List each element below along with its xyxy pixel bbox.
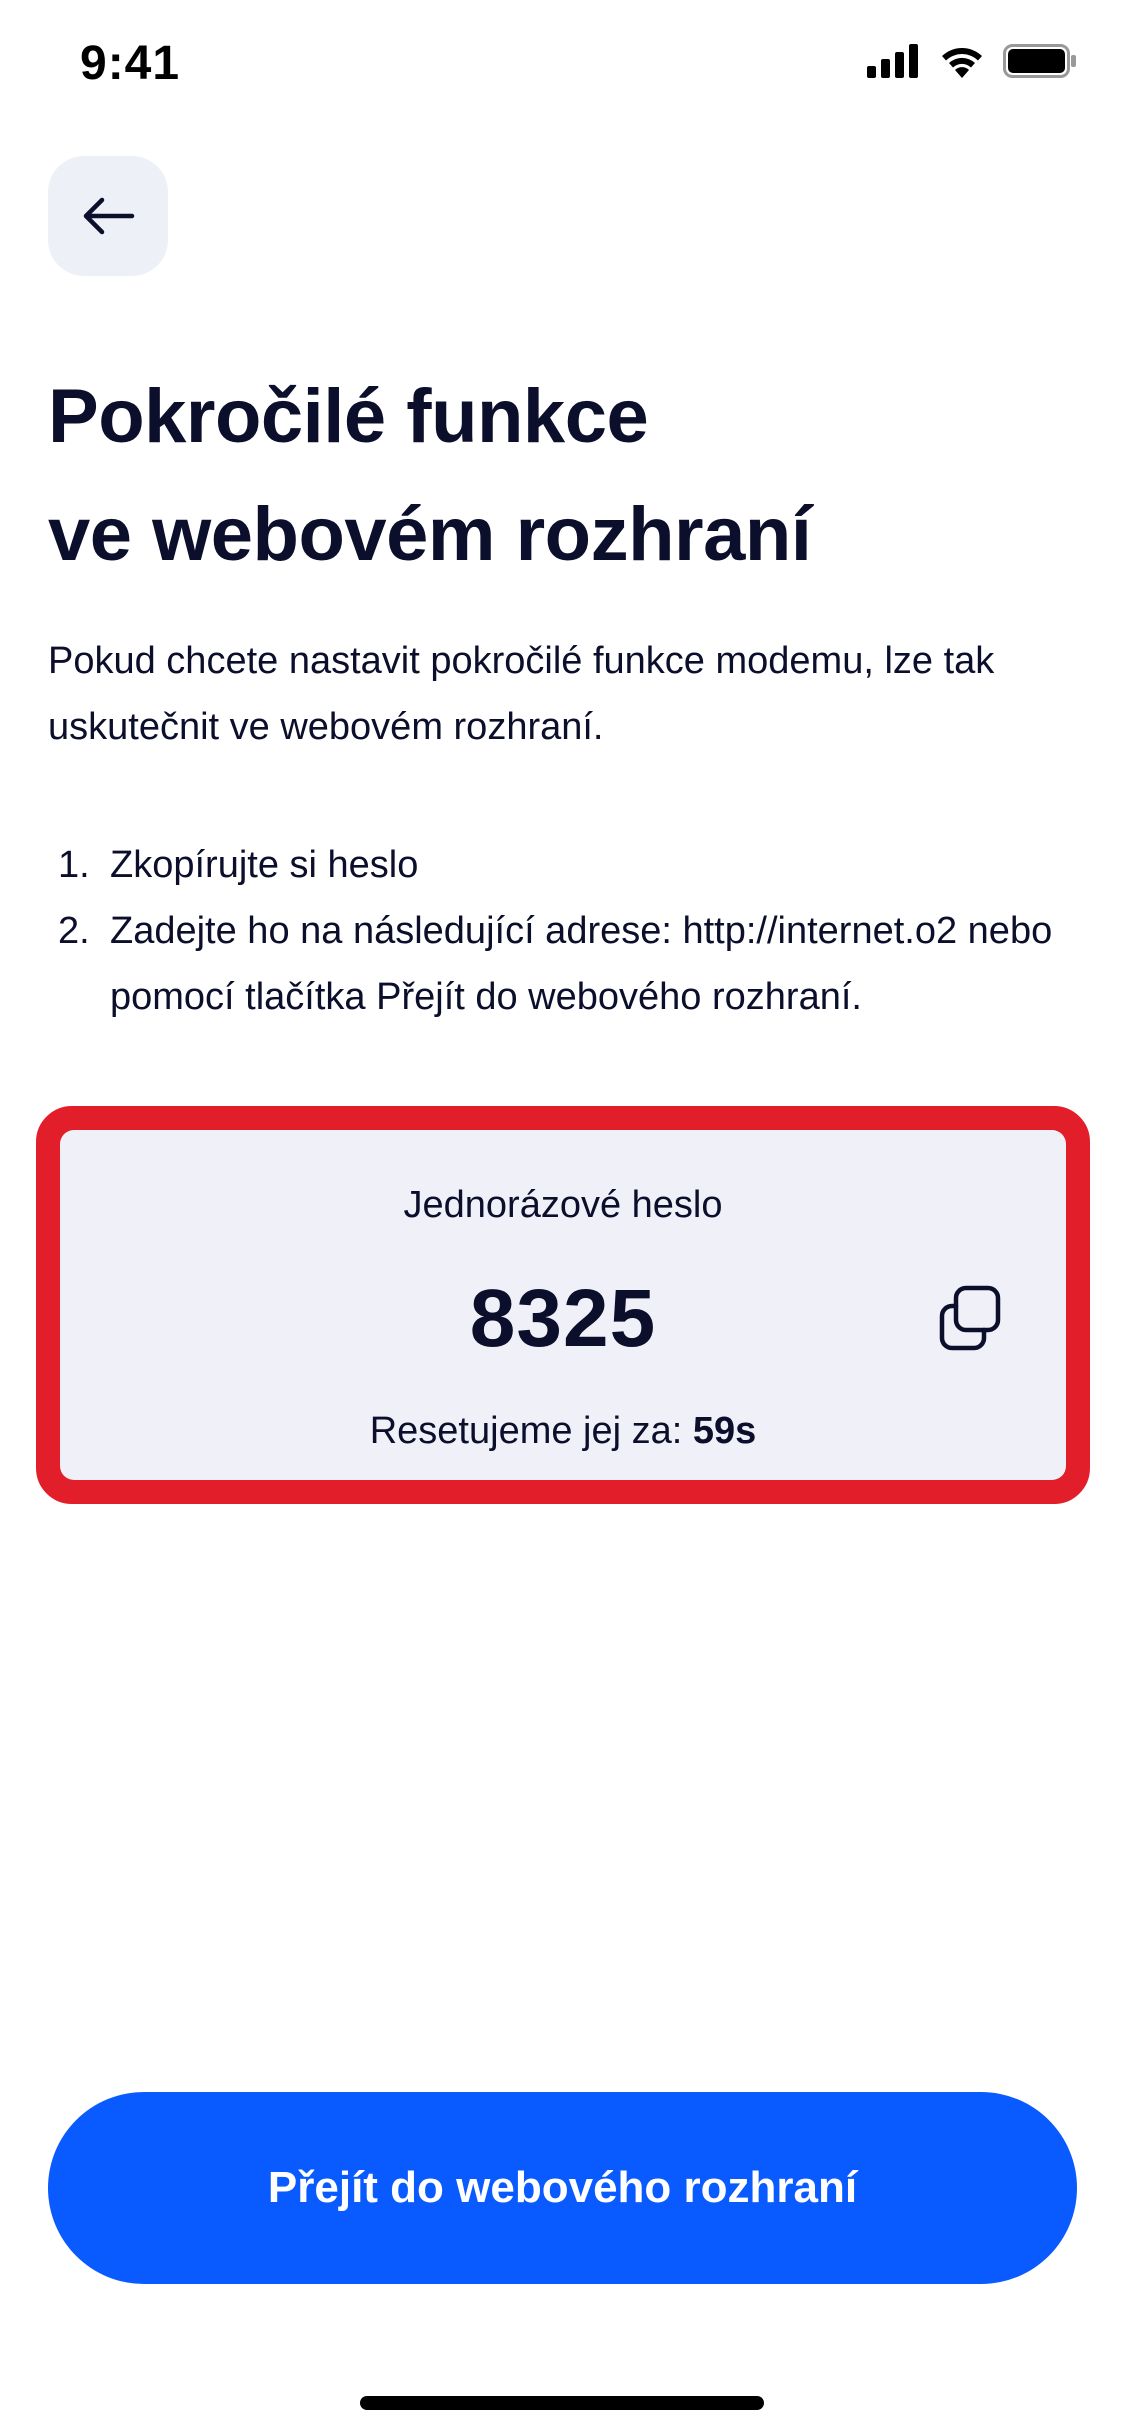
step-text: Zadejte ho na následující adrese: http:/… [110,910,1053,1018]
steps-list: 1. Zkopírujte si heslo 2. Zadejte ho na … [48,832,1088,1030]
wifi-icon [942,48,982,78]
intro-text: Pokud chcete nastavit pokročilé funkce m… [48,640,995,748]
battery-icon [1003,44,1076,78]
screen: 9:41 Pokročilé funkce ve webovém rozhran… [0,0,1125,2436]
step-text: Zkopírujte si heslo [110,844,419,886]
copy-icon[interactable] [934,1282,1006,1354]
page-title-line1: Pokročilé funkce [48,374,649,459]
step-number: 2. [58,910,90,952]
page-title: Pokročilé funkce ve webovém rozhraní [48,358,1068,594]
password-card: Jednorázové heslo 8325 Resetujeme jej za… [60,1130,1066,1480]
back-button[interactable] [48,156,168,276]
step-number: 1. [58,844,90,886]
open-web-interface-button[interactable]: Přejít do webového rozhraní [48,2092,1077,2284]
password-code: 8325 [469,1273,657,1364]
cellular-signal-icon [867,44,918,78]
password-highlight-frame: Jednorázové heslo 8325 Resetujeme jej za… [36,1106,1090,1504]
reset-timer-label: Resetujeme jej za: [369,1410,693,1452]
step-item: 2. Zadejte ho na následující adrese: htt… [48,898,1088,1030]
page-title-line2: ve webovém rozhraní [48,492,812,577]
home-indicator [360,2396,764,2410]
status-time: 9:41 [80,37,181,90]
status-icons [867,44,1077,78]
step-item: 1. Zkopírujte si heslo [48,832,1088,898]
reset-timer: Resetujeme jej za: 59s [60,1410,1066,1453]
password-label: Jednorázové heslo [403,1184,723,1226]
reset-timer-value: 59s [692,1410,757,1452]
status-bar: 9:41 [0,0,1125,132]
arrow-left-icon [83,197,135,235]
